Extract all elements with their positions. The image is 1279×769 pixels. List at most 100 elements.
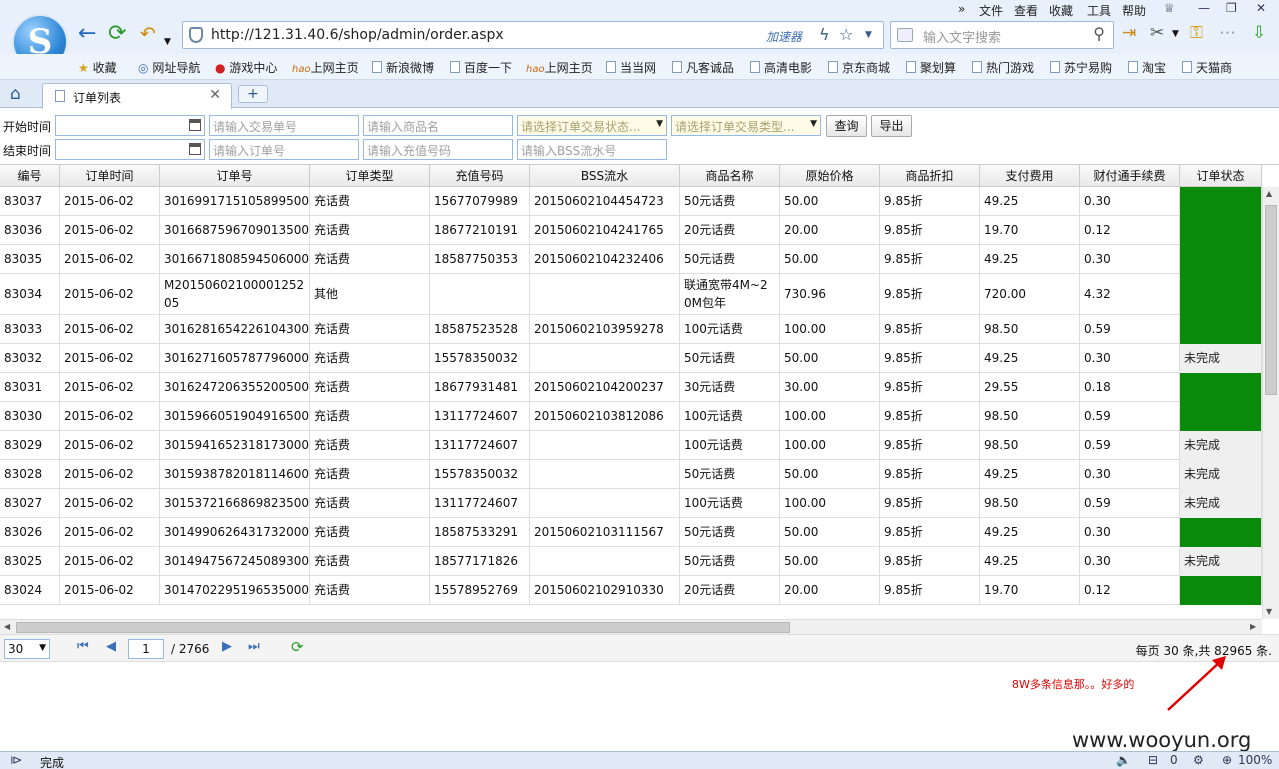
calendar-icon[interactable] — [189, 143, 201, 155]
header-col-status[interactable]: 订单状态 — [1180, 165, 1262, 187]
fav-item-juhuasuan[interactable]: 聚划算 — [906, 59, 956, 76]
table-row[interactable]: 83032 2015-06-02 3016271605787796000 充话费 155… — [0, 344, 1262, 373]
table-row[interactable]: 83033 2015-06-02 3016281654226104300 充话费 185… — [0, 315, 1262, 344]
fav-item-weibo[interactable]: 新浪微博 — [372, 59, 434, 76]
back-icon[interactable]: ← — [78, 22, 96, 46]
sidebar-toggle-icon[interactable]: ⧐ — [10, 753, 22, 767]
more-icon[interactable]: ⋯ — [1219, 23, 1236, 43]
restore-icon[interactable]: ❐ — [1226, 1, 1237, 15]
header-col-goods-name[interactable]: 商品名称 — [680, 165, 780, 187]
tab-order-list[interactable]: 订单列表 ✕ — [42, 83, 232, 109]
menu-file[interactable]: 文件 — [979, 2, 1003, 19]
address-dropdown-icon[interactable]: ▼ — [865, 30, 872, 40]
table-row[interactable]: 83029 2015-06-02 3015941652318173000 充话费 131… — [0, 431, 1262, 460]
end-time-input[interactable] — [55, 139, 205, 160]
undo-icon[interactable]: ↶ — [140, 22, 156, 46]
table-row[interactable]: 83024 2015-06-02 3014702295196535000 充话费 155… — [0, 576, 1262, 605]
undo-dropdown-icon[interactable]: ▼ — [164, 30, 171, 54]
fav-item-nav[interactable]: ◎ 网址导航 — [138, 59, 200, 76]
scroll-up-icon[interactable]: ▲ — [1266, 189, 1272, 198]
recharge-no-input[interactable]: 请输入充值号码 — [363, 139, 513, 160]
table-row[interactable]: 83027 2015-06-02 3015372166869823500 充话费 131… — [0, 489, 1262, 518]
prev-page-icon[interactable]: ◀ — [106, 639, 116, 654]
current-page-input[interactable]: 1 — [128, 639, 164, 659]
search-icon[interactable]: ⚲ — [1093, 24, 1105, 43]
scissors-dropdown-icon[interactable]: ▼ — [1172, 29, 1179, 39]
close-tab-icon[interactable]: ✕ — [209, 87, 221, 103]
horizontal-scrollbar[interactable]: ◀ ▶ — [0, 619, 1262, 634]
chevron-down-icon[interactable]: ▼ — [810, 119, 817, 129]
vertical-scrollbar[interactable]: ▲ ▼ — [1262, 187, 1279, 619]
calendar-icon[interactable] — [189, 119, 201, 131]
next-page-icon[interactable]: ▶ — [222, 639, 232, 654]
scroll-left-icon[interactable]: ◀ — [4, 622, 10, 631]
fav-item-home2[interactable]: hao上网主页 — [526, 59, 593, 76]
download-icon[interactable]: ⇩ — [1252, 23, 1266, 43]
table-row[interactable]: 83025 2015-06-02 3014947567245089300 充话费 185… — [0, 547, 1262, 576]
refresh-icon[interactable]: ⟳ — [108, 22, 126, 46]
zoom-icon[interactable]: ⊕ — [1222, 753, 1232, 767]
order-no-input[interactable]: 请输入订单号 — [209, 139, 359, 160]
fav-item-movies[interactable]: 高清电影 — [750, 59, 812, 76]
skin-icon[interactable]: ♕ — [1164, 1, 1175, 15]
table-row[interactable]: 83034 2015-06-02 M2015060210000125205 其他 联通宽… — [0, 274, 1262, 315]
menu-arrow-icon[interactable]: » — [958, 2, 965, 16]
new-tab-button[interactable]: + — [238, 85, 268, 103]
fav-item-taobao[interactable]: 淘宝 — [1128, 59, 1166, 76]
table-row[interactable]: 83026 2015-06-02 3014990626431732000 充话费 185… — [0, 518, 1262, 547]
first-page-icon[interactable]: ⏮ — [77, 639, 89, 654]
table-row[interactable]: 83028 2015-06-02 3015938782018114600 充话费 155… — [0, 460, 1262, 489]
volume-icon[interactable]: 🔈 — [1116, 753, 1131, 767]
table-row[interactable]: 83031 2015-06-02 3016247206355200500 充话费 186… — [0, 373, 1262, 402]
header-col-order-no[interactable]: 订单号 — [160, 165, 310, 187]
last-page-icon[interactable]: ⏭ — [248, 639, 260, 654]
menu-help[interactable]: 帮助 — [1122, 2, 1146, 19]
table-row[interactable]: 83030 2015-06-02 3015966051904916500 充话费 131… — [0, 402, 1262, 431]
export-button[interactable]: 导出 — [871, 115, 912, 137]
header-col-fee[interactable]: 财付通手续费 — [1080, 165, 1180, 187]
close-window-icon[interactable]: ✕ — [1256, 1, 1266, 15]
header-col-orig-price[interactable]: 原始价格 — [780, 165, 880, 187]
horizontal-scroll-thumb[interactable] — [16, 622, 790, 633]
search-engine-icon[interactable] — [897, 28, 913, 42]
fav-item-jd[interactable]: 京东商城 — [828, 59, 890, 76]
header-col-discount[interactable]: 商品折扣 — [880, 165, 980, 187]
menu-tools[interactable]: 工具 — [1087, 2, 1111, 19]
trade-no-input[interactable]: 请输入交易单号 — [209, 115, 359, 136]
trade-type-select[interactable]: 请选择订单交易类型... ▼ — [671, 115, 821, 136]
table-row[interactable]: 83036 2015-06-02 3016687596709013500 充话费 186… — [0, 216, 1262, 245]
fav-item-games[interactable]: ● 游戏中心 — [215, 59, 277, 76]
goods-name-input[interactable]: 请输入商品名 — [363, 115, 513, 136]
fav-item-dangdang[interactable]: 当当网 — [606, 59, 656, 76]
header-col-id[interactable]: 编号 — [0, 165, 60, 187]
download-manager-icon[interactable]: ⊟ — [1148, 753, 1158, 767]
start-time-input[interactable] — [55, 115, 205, 136]
fav-item-home[interactable]: hao上网主页 — [292, 59, 359, 76]
reload-icon[interactable]: ⟳ — [291, 638, 304, 656]
header-col-bss[interactable]: BSS流水 — [530, 165, 680, 187]
bss-no-input[interactable]: 请输入BSS流水号 — [517, 139, 667, 160]
query-button[interactable]: 查询 — [826, 115, 867, 137]
address-url[interactable]: http://121.31.40.6/shop/admin/order.aspx — [211, 27, 504, 43]
header-col-order-type[interactable]: 订单类型 — [310, 165, 430, 187]
scissors-icon[interactable]: ✂ — [1150, 23, 1164, 43]
table-row[interactable]: 83035 2015-06-02 3016671808594506000 充话费 185… — [0, 245, 1262, 274]
gear-icon[interactable]: ⚙ — [1193, 753, 1204, 767]
accelerator-label[interactable]: 加速器 — [766, 28, 802, 45]
table-row[interactable]: 83037 2015-06-02 3016991715105899500 充话费 156… — [0, 187, 1262, 216]
scroll-right-icon[interactable]: ▶ — [1250, 622, 1256, 631]
key-icon[interactable]: ⚿ — [1190, 23, 1203, 43]
chevron-down-icon[interactable]: ▼ — [39, 643, 46, 653]
zoom-level[interactable]: 100% — [1238, 753, 1272, 767]
search-box[interactable]: 输入文字搜索 ⚲ — [890, 21, 1114, 49]
scroll-down-icon[interactable]: ▼ — [1266, 607, 1272, 616]
vertical-scroll-thumb[interactable] — [1265, 205, 1277, 395]
header-col-pay[interactable]: 支付费用 — [980, 165, 1080, 187]
page-size-select[interactable]: 30 ▼ — [4, 639, 50, 659]
fav-item-suning[interactable]: 苏宁易购 — [1050, 59, 1112, 76]
header-col-order-time[interactable]: 订单时间 — [60, 165, 160, 187]
menu-view[interactable]: 查看 — [1014, 2, 1038, 19]
fav-item-collect[interactable]: ★ 收藏 — [78, 59, 117, 76]
star-icon[interactable]: ☆ — [839, 25, 853, 44]
fav-item-tmall[interactable]: 天猫商 — [1182, 59, 1232, 76]
